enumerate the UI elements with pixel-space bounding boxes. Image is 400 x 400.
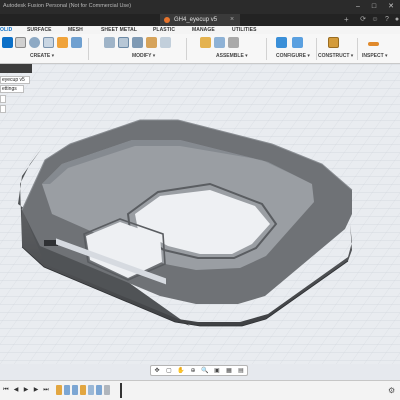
extrude-icon[interactable] (43, 37, 54, 48)
user-icon[interactable]: ☺ (370, 15, 380, 25)
browser-row-settings[interactable]: ettings (0, 85, 24, 93)
browser-row-collapsed-2[interactable] (0, 105, 6, 113)
combine-icon[interactable] (160, 37, 171, 48)
as-built-joint-icon[interactable] (228, 37, 239, 48)
step-back-icon[interactable]: ◀ (12, 386, 20, 395)
ribbon-toolbar: CREATE ▾ MODIFY ▾ ASSEMBLE ▾ CONFIGURE ▾… (0, 34, 400, 64)
timeline-feature-fillet[interactable] (88, 385, 94, 395)
ribbon-divider (88, 38, 89, 60)
document-tab-label: GH4_eyecup v5 (174, 17, 218, 23)
inspect-menu[interactable]: INSPECT ▾ (362, 53, 388, 59)
joint-icon[interactable] (214, 37, 225, 48)
construct-menu[interactable]: CONSTRUCT ▾ (318, 53, 353, 59)
fusion-doc-icon (164, 17, 170, 23)
browser-row-document[interactable]: eyecup v5 (0, 76, 30, 84)
tab-manage[interactable]: MANAGE (192, 27, 215, 33)
step-forward-icon[interactable]: ▶ (32, 386, 40, 395)
measure-icon[interactable] (368, 42, 379, 46)
maximize-button[interactable]: □ (368, 1, 380, 12)
zoom-window-icon[interactable]: 🔍 (201, 367, 209, 375)
browser-panel: eyecup v5 ettings (0, 64, 32, 144)
browser-header[interactable] (0, 64, 32, 73)
timeline-settings-icon[interactable]: ⚙ (388, 386, 395, 395)
ribbon-tabs: OLID SURFACE MESH SHEET METAL PLASTIC MA… (0, 26, 400, 34)
close-tab-icon[interactable]: × (230, 14, 234, 26)
shell-icon[interactable] (146, 37, 157, 48)
modify-menu[interactable]: MODIFY ▾ (132, 53, 155, 59)
orbit-icon[interactable]: ✥ (153, 367, 161, 375)
3d-viewport[interactable] (0, 64, 400, 364)
go-to-start-icon[interactable]: ⏮ (2, 386, 10, 395)
document-tabbar: GH4_eyecup v5 × + ⟳ ☺ ? ● (0, 14, 400, 26)
ribbon-divider (266, 38, 267, 60)
minimize-button[interactable]: – (352, 1, 364, 12)
timeline-feature-extrude[interactable] (96, 385, 102, 395)
pattern-icon[interactable] (71, 37, 82, 48)
tab-sheet-metal[interactable]: SHEET METAL (101, 27, 137, 33)
browser-row-collapsed[interactable] (0, 95, 6, 103)
create-sketch-icon[interactable] (15, 37, 26, 48)
viewport-settings-icon[interactable]: ▤ (237, 367, 245, 375)
viewport-nav-bar: ✥ ▢ ✋ ⊕ 🔍 ▣ ▦ ▤ (150, 365, 248, 376)
ribbon-divider (186, 38, 187, 60)
fillet-icon[interactable] (118, 37, 129, 48)
timeline-feature-shell[interactable] (104, 385, 110, 395)
configure-icon[interactable] (276, 37, 287, 48)
assemble-menu[interactable]: ASSEMBLE ▾ (216, 53, 248, 59)
window-title: Autodesk Fusion Personal (Not for Commer… (3, 3, 132, 9)
new-component-icon[interactable] (2, 37, 13, 48)
help-icon[interactable]: ? (382, 15, 392, 25)
timeline-feature-sketch[interactable] (80, 385, 86, 395)
new-tab-icon[interactable]: + (344, 14, 349, 26)
timeline-feature-extrude[interactable] (72, 385, 78, 395)
tab-plastic[interactable]: PLASTIC (153, 27, 175, 33)
go-to-end-icon[interactable]: ⏭ (42, 386, 50, 395)
document-tab[interactable]: GH4_eyecup v5 (160, 14, 240, 26)
new-component-assemble-icon[interactable] (200, 37, 211, 48)
press-pull-icon[interactable] (104, 37, 115, 48)
timeline-marker[interactable] (120, 383, 122, 398)
zoom-icon[interactable]: ⊕ (189, 367, 197, 375)
timeline-feature-sketch[interactable] (56, 385, 62, 395)
hole-icon[interactable] (57, 37, 68, 48)
tab-utilities[interactable]: UTILITIES (232, 27, 257, 33)
ribbon-divider (357, 38, 358, 60)
notifications-icon[interactable]: ● (392, 15, 400, 25)
close-window-button[interactable]: ✕ (385, 1, 397, 12)
pan-icon[interactable]: ✋ (177, 367, 185, 375)
timeline-feature-extrude[interactable] (64, 385, 70, 395)
revolve-icon[interactable] (29, 37, 40, 48)
refresh-icon[interactable]: ⟳ (358, 15, 368, 25)
grid-settings-icon[interactable]: ▦ (225, 367, 233, 375)
display-settings-icon[interactable]: ▣ (213, 367, 221, 375)
play-icon[interactable]: ▶ (22, 386, 30, 395)
ribbon-divider (316, 38, 317, 60)
look-at-icon[interactable]: ▢ (165, 367, 173, 375)
configure-table-icon[interactable] (292, 37, 303, 48)
chamfer-icon[interactable] (132, 37, 143, 48)
create-menu[interactable]: CREATE ▾ (30, 53, 54, 59)
offset-plane-icon[interactable] (328, 37, 339, 48)
tab-solid[interactable]: OLID (0, 27, 12, 33)
tab-mesh[interactable]: MESH (68, 27, 83, 33)
model-notch (44, 240, 58, 246)
tab-surface[interactable]: SURFACE (27, 27, 52, 33)
timeline-bar: ⏮ ◀ ▶ ▶ ⏭ ⚙ (0, 380, 400, 400)
configure-menu[interactable]: CONFIGURE ▾ (276, 53, 310, 59)
window-titlebar: Autodesk Fusion Personal (Not for Commer… (0, 0, 400, 14)
